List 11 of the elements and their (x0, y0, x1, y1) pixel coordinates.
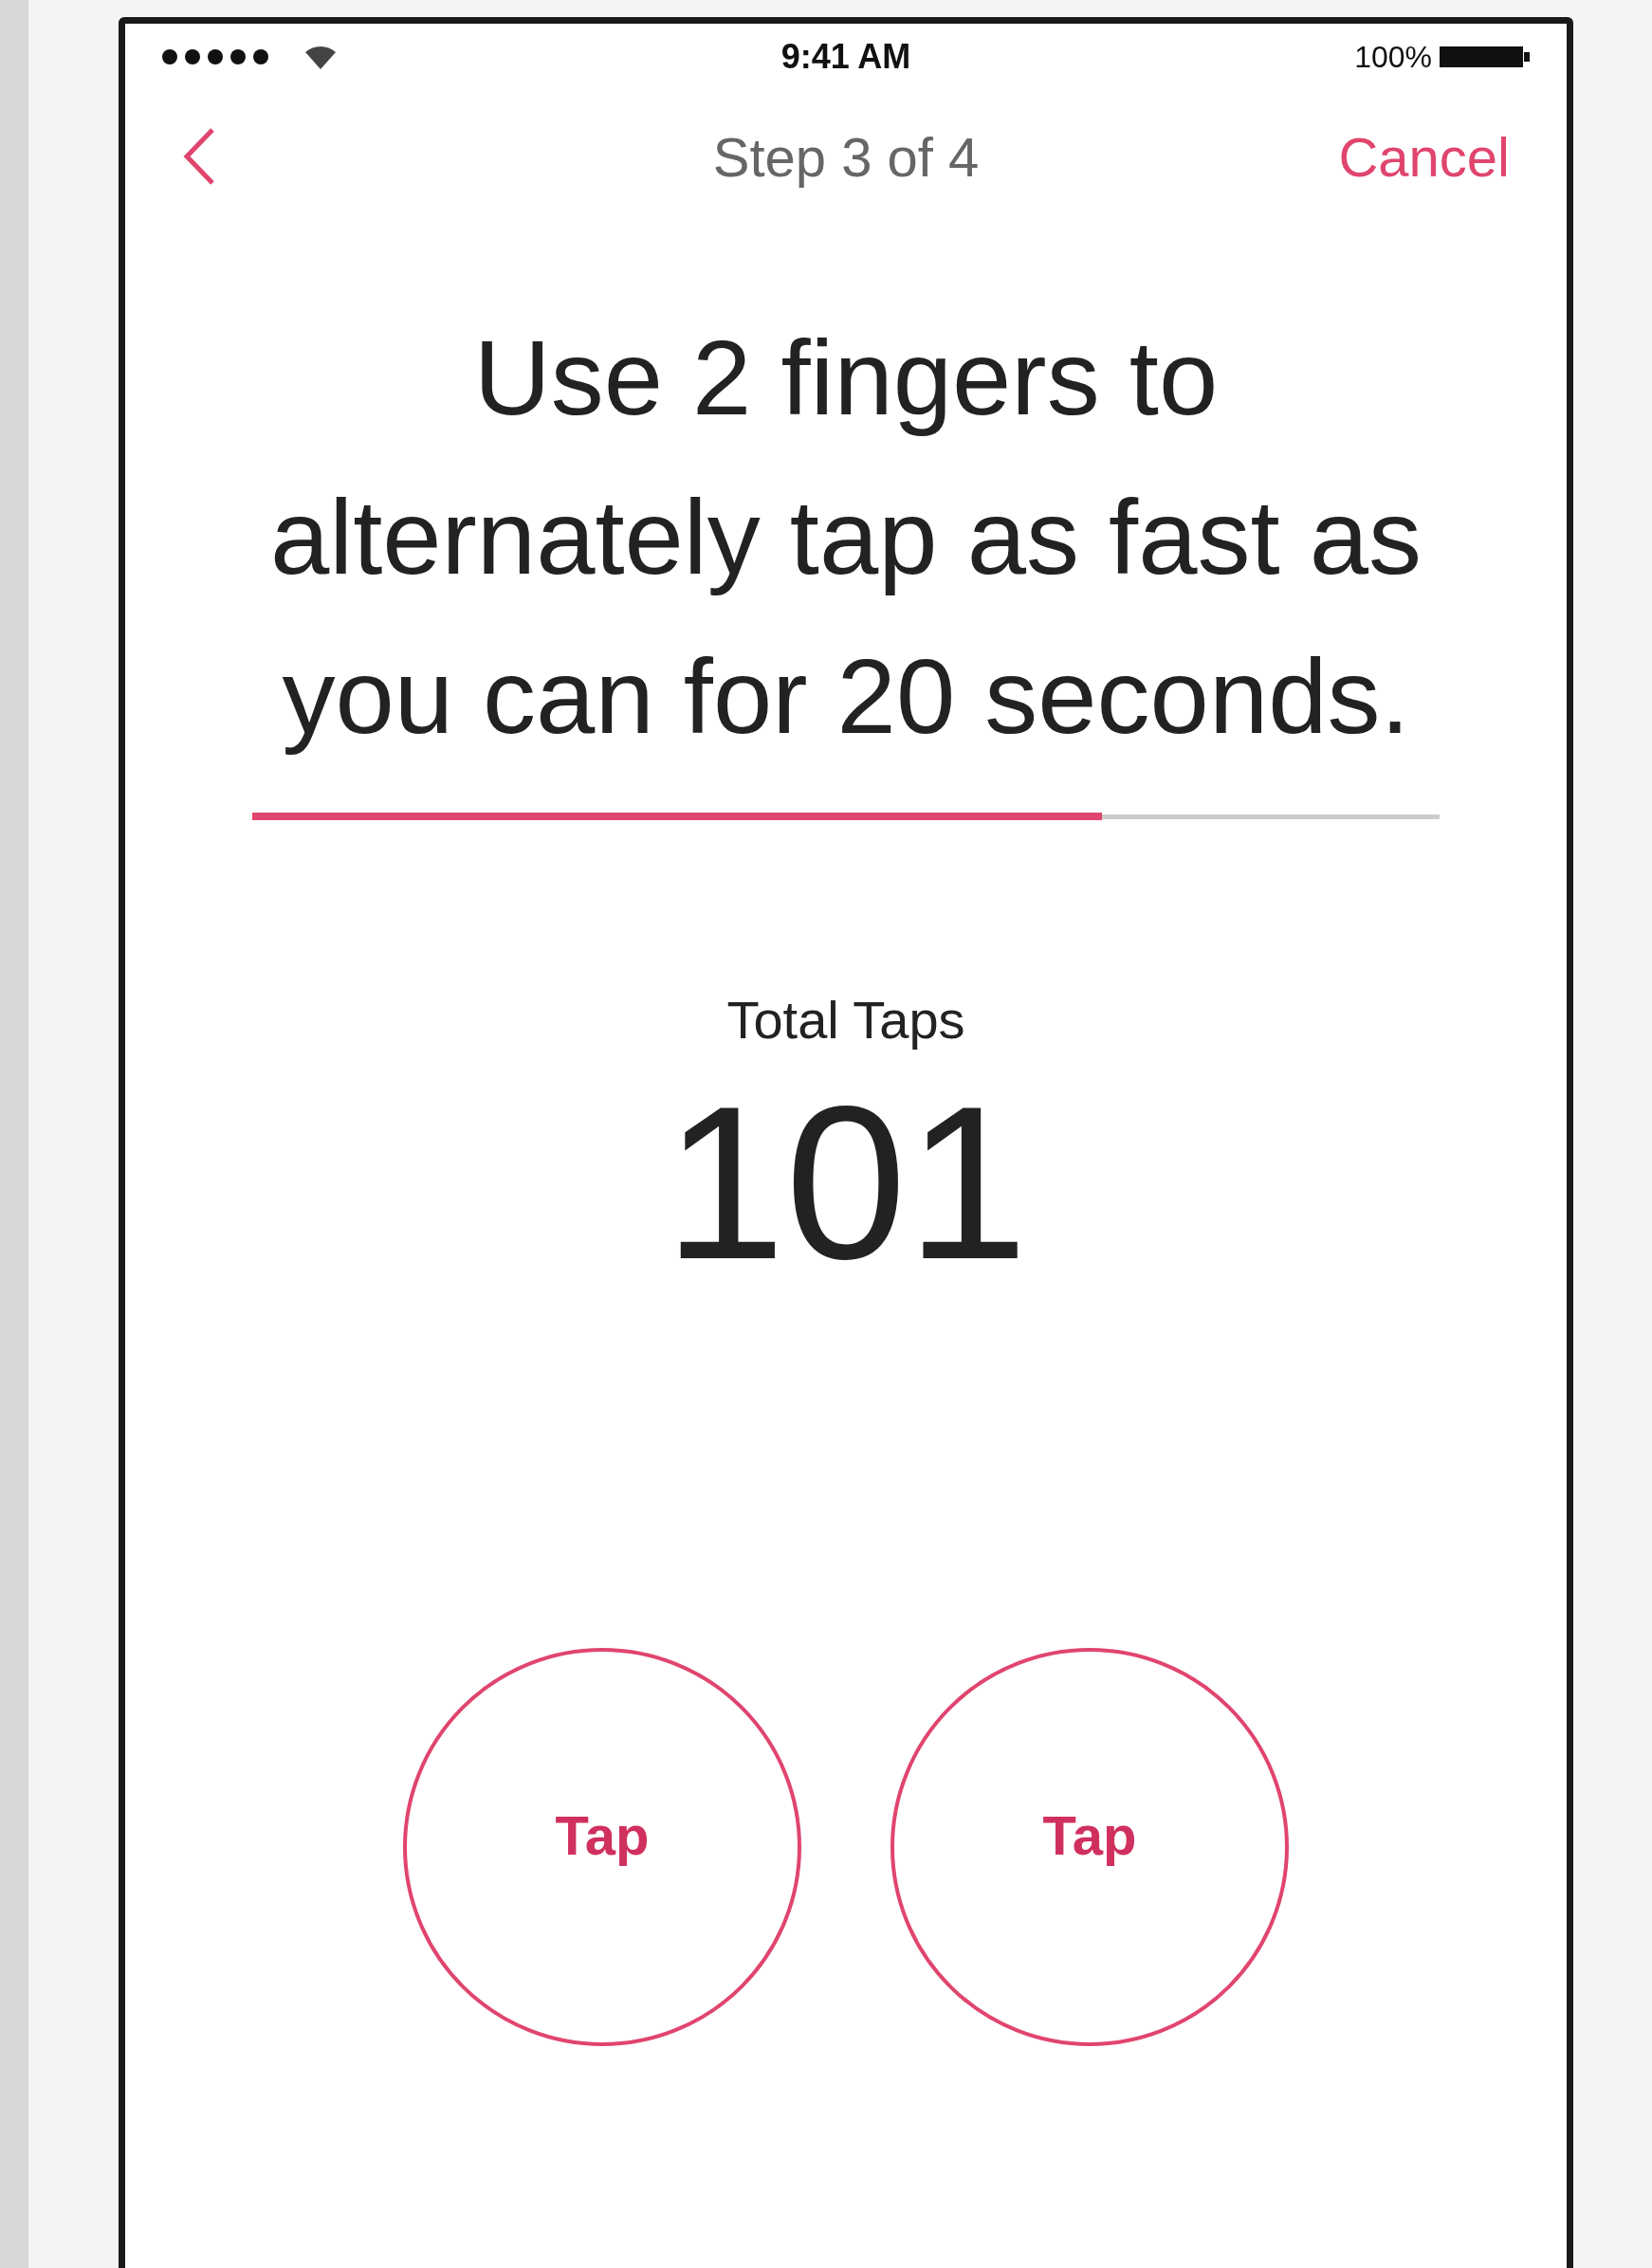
back-chevron-icon (182, 126, 216, 187)
counter-label: Total Taps (726, 989, 965, 1052)
tap-button[interactable]: Tap (890, 1648, 1289, 2046)
battery-icon (1440, 44, 1531, 70)
cancel-button[interactable]: Cancel (1320, 115, 1510, 198)
status-time: 9:41 AM (780, 36, 911, 78)
step-title: Step 3 of 4 (712, 124, 980, 190)
tap-count: 101 (664, 1070, 1028, 1297)
instruction-text: Use 2 fingers to alternately tap as fast as you can for 20 seconds. (269, 318, 1423, 758)
tap-button[interactable]: Tap (403, 1648, 801, 2046)
battery-percent: 100% (1354, 39, 1432, 76)
